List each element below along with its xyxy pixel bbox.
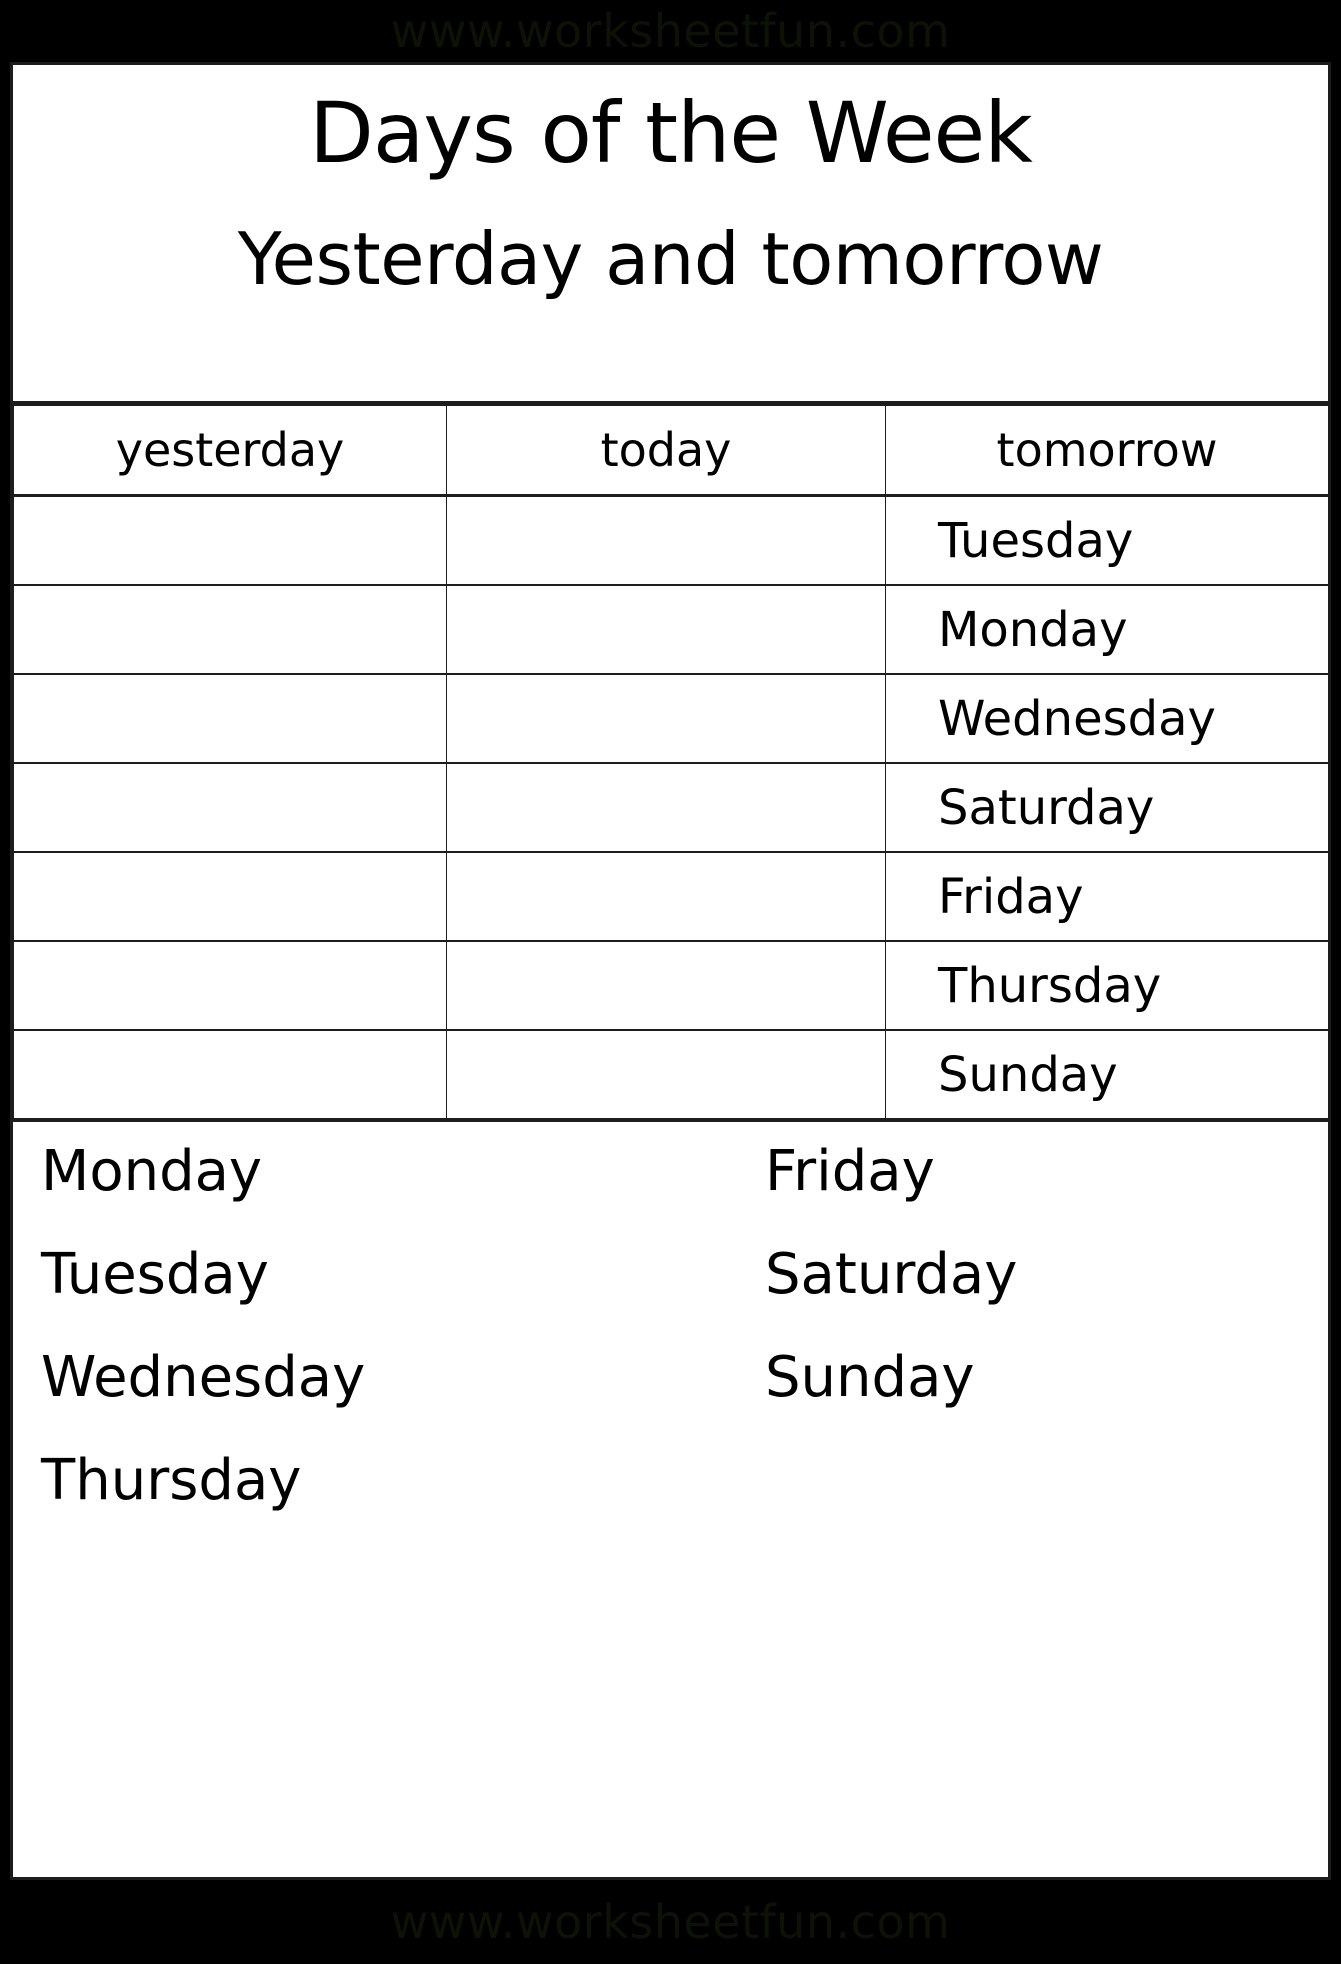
table-cell-today[interactable] (446, 495, 886, 586)
table-row: Monday (13, 584, 1328, 675)
days-table: yesterday today tomorrow Tuesday Monday We… (13, 405, 1328, 1122)
table-header-row: yesterday today tomorrow (13, 405, 1328, 497)
word-bank-item: Thursday (41, 1448, 302, 1513)
table-cell-tomorrow[interactable]: Tuesday (885, 495, 1328, 586)
table-cell-yesterday[interactable] (13, 673, 447, 764)
table-cell-yesterday[interactable] (13, 762, 447, 853)
page-title: Days of the Week (309, 84, 1033, 182)
table-cell-today[interactable] (446, 762, 886, 853)
word-bank-item: Monday (41, 1139, 263, 1204)
table-cell-today[interactable] (446, 1029, 886, 1122)
table-cell-yesterday[interactable] (13, 851, 447, 942)
table-cell-tomorrow[interactable]: Friday (885, 851, 1328, 942)
heading-block: Days of the Week Yesterday and tomorrow (13, 65, 1328, 405)
table-cell-today[interactable] (446, 851, 886, 942)
word-bank-column-left: Monday Tuesday Wednesday Thursday (41, 1144, 365, 1556)
word-bank-item: Sunday (765, 1345, 975, 1410)
page-subtitle: Yesterday and tomorrow (237, 217, 1104, 301)
table-cell-tomorrow[interactable]: Monday (885, 584, 1328, 675)
days-table-body: Tuesday Monday Wednesday Saturday Friday Thur… (13, 495, 1328, 1122)
table-cell-today[interactable] (446, 673, 886, 764)
column-header-today: today (446, 405, 886, 497)
word-bank-item: Wednesday (41, 1345, 366, 1410)
table-row: Tuesday (13, 495, 1328, 586)
word-bank: Monday Tuesday Wednesday Thursday Friday Sat… (13, 1122, 1328, 1552)
table-cell-tomorrow[interactable]: Saturday (885, 762, 1328, 853)
column-header-tomorrow: tomorrow (885, 405, 1328, 497)
table-cell-tomorrow[interactable]: Sunday (885, 1029, 1328, 1122)
table-row: Wednesday (13, 673, 1328, 764)
column-header-yesterday: yesterday (13, 405, 447, 497)
word-bank-column-right: Friday Saturday Sunday (765, 1144, 1017, 1453)
table-cell-yesterday[interactable] (13, 940, 447, 1031)
watermark-bottom-text: www.worksheetfun.com (390, 1895, 951, 1949)
table-cell-yesterday[interactable] (13, 495, 447, 586)
table-cell-tomorrow[interactable]: Wednesday (885, 673, 1328, 764)
watermark-bottom: www.worksheetfun.com (0, 1880, 1341, 1964)
table-cell-today[interactable] (446, 940, 886, 1031)
word-bank-item: Tuesday (41, 1242, 269, 1307)
table-row: Friday (13, 851, 1328, 942)
table-row: Saturday (13, 762, 1328, 853)
table-cell-yesterday[interactable] (13, 1029, 447, 1122)
table-cell-yesterday[interactable] (13, 584, 447, 675)
watermark-top: www.worksheetfun.com (0, 0, 1341, 62)
table-cell-today[interactable] (446, 584, 886, 675)
table-row: Thursday (13, 940, 1328, 1031)
worksheet-page: Days of the Week Yesterday and tomorrow … (10, 62, 1331, 1880)
table-row: Sunday (13, 1029, 1328, 1122)
word-bank-item: Saturday (765, 1242, 1018, 1307)
watermark-top-text: www.worksheetfun.com (390, 4, 951, 58)
table-cell-tomorrow[interactable]: Thursday (885, 940, 1328, 1031)
word-bank-item: Friday (765, 1139, 935, 1204)
